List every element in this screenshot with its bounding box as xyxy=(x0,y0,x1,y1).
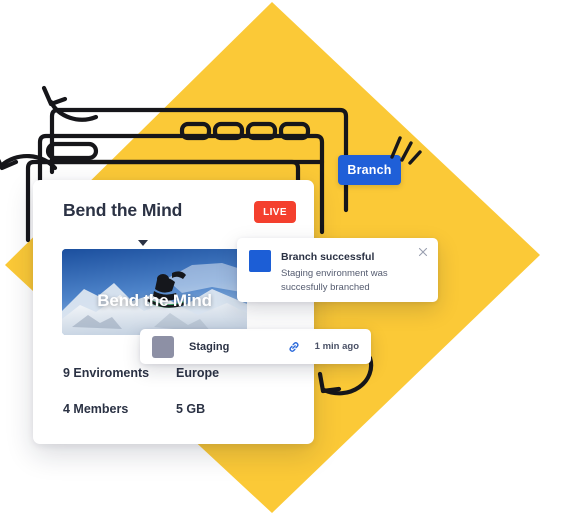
toast-title: Branch successful xyxy=(281,251,375,263)
project-stats: 9 Enviroments Europe 4 Members 5 GB xyxy=(63,366,293,438)
staging-environment-row[interactable]: Staging 1 min ago xyxy=(140,329,371,364)
toast-notification: Branch successful Staging environment wa… xyxy=(237,238,438,302)
table-row: 9 Enviroments Europe xyxy=(63,366,293,380)
color-swatch-icon xyxy=(152,335,174,358)
toast-message: Staging environment was succesfully bran… xyxy=(281,268,388,293)
status-badge-label: LIVE xyxy=(263,206,287,218)
sparkle-lines-icon xyxy=(390,136,422,165)
project-card: Bend the Mind LIVE Bend the Mind 9 Envir… xyxy=(33,180,314,444)
color-swatch-icon xyxy=(249,250,271,272)
project-cover-overlay-label: Bend the Mind xyxy=(97,291,212,310)
stat-storage: 5 GB xyxy=(176,402,206,416)
illustration-stage: Branch Bend the Mind LIVE Bend the Mind … xyxy=(0,0,575,514)
stat-members-count: 4 Members xyxy=(63,402,129,416)
staging-timestamp: 1 min ago xyxy=(314,341,359,352)
branch-button-label: Branch xyxy=(347,163,392,177)
link-icon[interactable] xyxy=(287,340,301,354)
table-row: 4 Members 5 GB xyxy=(63,402,293,416)
status-badge: LIVE xyxy=(254,201,296,223)
chevron-down-icon[interactable] xyxy=(138,240,148,246)
close-icon[interactable] xyxy=(417,246,429,258)
stat-environments-count: 9 Enviroments xyxy=(63,366,150,380)
staging-environment-name: Staging xyxy=(189,340,230,353)
stat-region: Europe xyxy=(176,366,220,380)
page-title: Bend the Mind xyxy=(63,200,183,220)
project-cover-image: Bend the Mind xyxy=(62,249,247,335)
